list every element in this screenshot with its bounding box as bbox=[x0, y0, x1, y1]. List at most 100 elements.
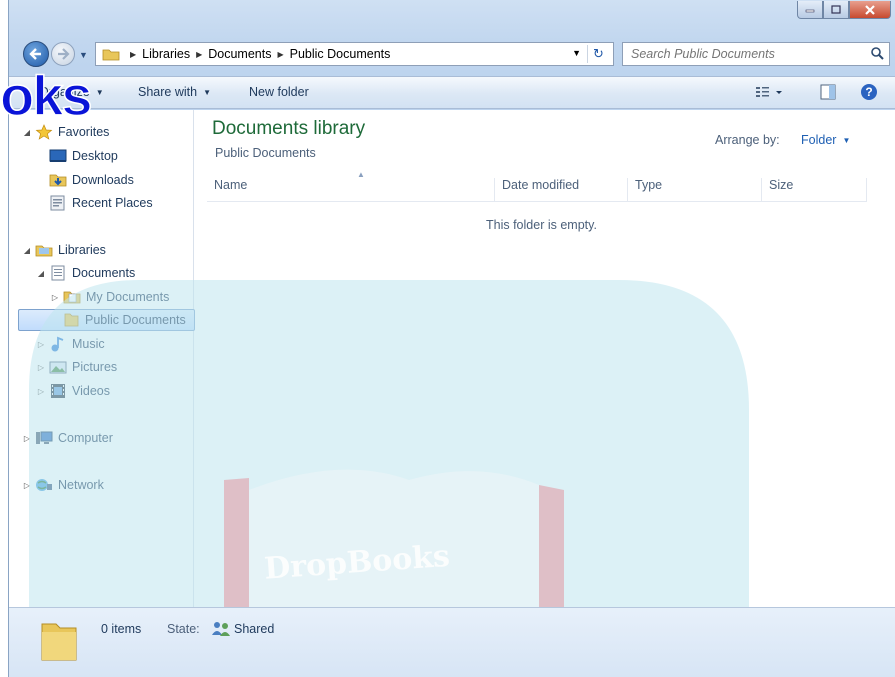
forward-arrow-icon bbox=[58, 48, 70, 60]
file-list-pane: Documents library Public Documents Arran… bbox=[195, 110, 895, 607]
content-area: ◢ Favorites Desktop Downloads Recent Pla… bbox=[9, 110, 895, 607]
view-options-icon bbox=[756, 87, 782, 97]
expanded-arrow-icon[interactable]: ◢ bbox=[21, 246, 33, 255]
help-icon: ? bbox=[861, 84, 877, 100]
empty-folder-message: This folder is empty. bbox=[486, 218, 597, 232]
breadcrumb-public-documents[interactable]: Public Documents bbox=[290, 47, 391, 61]
sidebar-item-libraries[interactable]: ◢ Libraries bbox=[21, 239, 106, 261]
address-bar[interactable]: ▶ Libraries ▶ Documents ▶ Public Documen… bbox=[95, 42, 614, 66]
chevron-down-icon: ▼ bbox=[95, 87, 104, 97]
search-box[interactable] bbox=[622, 42, 890, 66]
state-label: State: bbox=[167, 622, 200, 636]
my-documents-icon bbox=[63, 291, 81, 304]
preview-pane-icon bbox=[820, 84, 836, 100]
preview-pane-button[interactable] bbox=[819, 83, 837, 104]
breadcrumb-separator-icon[interactable]: ▶ bbox=[196, 50, 202, 59]
help-button[interactable]: ? bbox=[860, 83, 878, 104]
maximize-button[interactable] bbox=[823, 1, 849, 19]
navigation-pane: ◢ Favorites Desktop Downloads Recent Pla… bbox=[9, 110, 195, 607]
chevron-down-icon: ▼ bbox=[203, 87, 211, 97]
sidebar-item-documents[interactable]: ◢ Documents bbox=[35, 262, 135, 284]
new-folder-label: New folder bbox=[249, 85, 309, 99]
sidebar-item-music[interactable]: ▷ Music bbox=[35, 333, 105, 355]
pictures-icon bbox=[49, 361, 67, 374]
minimize-button[interactable] bbox=[797, 1, 823, 19]
breadcrumb: ▶ Libraries ▶ Documents ▶ Public Documen… bbox=[124, 47, 390, 61]
column-header-size[interactable]: Size bbox=[762, 178, 867, 202]
sidebar-item-desktop[interactable]: Desktop bbox=[49, 145, 118, 167]
collapsed-arrow-icon[interactable]: ▷ bbox=[35, 387, 47, 396]
network-icon bbox=[36, 479, 52, 491]
watermark-text: oks bbox=[0, 64, 93, 127]
sidebar-item-label: Desktop bbox=[72, 149, 118, 163]
sidebar-item-label: Favorites bbox=[58, 125, 110, 139]
library-subtitle[interactable]: Public Documents bbox=[215, 146, 316, 160]
breadcrumb-separator-icon[interactable]: ▶ bbox=[130, 50, 136, 59]
close-button[interactable] bbox=[849, 1, 891, 19]
maximize-icon bbox=[831, 5, 841, 14]
collapsed-arrow-icon[interactable]: ▷ bbox=[21, 481, 33, 490]
forward-button[interactable] bbox=[51, 42, 75, 66]
refresh-icon[interactable]: ↻ bbox=[587, 45, 609, 63]
change-view-button[interactable] bbox=[755, 83, 785, 104]
folder-icon bbox=[64, 313, 79, 327]
column-header-row: ▲ Name Date modified Type Size bbox=[207, 170, 867, 202]
caption-buttons bbox=[797, 1, 891, 19]
collapsed-arrow-icon[interactable]: ▷ bbox=[35, 363, 47, 372]
sidebar-item-public-documents[interactable]: Public Documents bbox=[18, 309, 195, 331]
navigation-row: ▼ ▶ Libraries ▶ Documents ▶ Public Docum… bbox=[9, 36, 895, 70]
svg-text:?: ? bbox=[865, 85, 872, 99]
sidebar-item-my-documents[interactable]: ▷ My Documents bbox=[49, 286, 169, 308]
sidebar-item-label: Network bbox=[58, 478, 104, 492]
column-header-name[interactable]: Name bbox=[207, 178, 495, 202]
sidebar-item-computer[interactable]: ▷ Computer bbox=[21, 427, 113, 449]
sidebar-item-label: Documents bbox=[72, 266, 136, 280]
details-pane: 0 items State: Shared bbox=[9, 607, 895, 677]
back-arrow-icon bbox=[29, 48, 41, 60]
item-count: 0 items bbox=[101, 622, 142, 636]
arrange-by-dropdown[interactable]: Folder ▼ bbox=[801, 133, 850, 147]
library-title: Documents library bbox=[212, 118, 366, 139]
arrange-by-label: Arrange by: bbox=[715, 133, 780, 147]
explorer-window: ▼ ▶ Libraries ▶ Documents ▶ Public Docum… bbox=[8, 0, 895, 677]
computer-icon bbox=[36, 431, 53, 444]
share-with-button[interactable]: Share with ▼ bbox=[138, 85, 211, 99]
collapsed-arrow-icon[interactable]: ▷ bbox=[49, 293, 61, 302]
sidebar-item-network[interactable]: ▷ Network bbox=[21, 474, 104, 496]
sidebar-item-label: Videos bbox=[72, 384, 110, 398]
recent-places-icon bbox=[50, 195, 65, 211]
chevron-down-icon: ▼ bbox=[842, 135, 851, 145]
downloads-icon bbox=[49, 174, 67, 187]
search-input[interactable] bbox=[623, 43, 859, 65]
address-history-dropdown-icon[interactable]: ▼ bbox=[572, 48, 581, 58]
sidebar-item-label: My Documents bbox=[86, 290, 170, 304]
expanded-arrow-icon[interactable]: ◢ bbox=[21, 128, 33, 137]
collapsed-arrow-icon[interactable]: ▷ bbox=[35, 340, 47, 349]
shared-users-icon bbox=[212, 622, 230, 636]
sidebar-item-label: Recent Places bbox=[72, 196, 153, 210]
breadcrumb-libraries[interactable]: Libraries bbox=[142, 47, 190, 61]
music-icon bbox=[51, 336, 64, 352]
sidebar-item-label: Public Documents bbox=[85, 313, 186, 327]
minimize-icon bbox=[805, 9, 815, 12]
command-bar: Organize ▼ Share with ▼ New folder ? bbox=[9, 76, 895, 109]
folder-large-icon bbox=[41, 623, 77, 661]
sidebar-item-pictures[interactable]: ▷ Pictures bbox=[35, 356, 117, 378]
breadcrumb-documents[interactable]: Documents bbox=[208, 47, 271, 61]
folder-icon bbox=[102, 49, 120, 61]
sidebar-item-recent-places[interactable]: Recent Places bbox=[49, 192, 153, 214]
column-header-type[interactable]: Type bbox=[628, 178, 762, 202]
libraries-icon bbox=[35, 245, 53, 257]
breadcrumb-separator-icon[interactable]: ▶ bbox=[277, 50, 283, 59]
recent-pages-dropdown-icon[interactable]: ▼ bbox=[79, 50, 88, 60]
sidebar-item-downloads[interactable]: Downloads bbox=[49, 169, 134, 191]
search-icon[interactable] bbox=[869, 46, 885, 62]
new-folder-button[interactable]: New folder bbox=[249, 85, 309, 99]
sidebar-item-label: Music bbox=[72, 337, 105, 351]
sidebar-item-videos[interactable]: ▷ Videos bbox=[35, 380, 110, 402]
documents-icon bbox=[51, 265, 65, 281]
column-header-date-modified[interactable]: Date modified bbox=[495, 178, 628, 202]
arrange-by-value: Folder bbox=[801, 133, 837, 147]
expanded-arrow-icon[interactable]: ◢ bbox=[35, 269, 47, 278]
collapsed-arrow-icon[interactable]: ▷ bbox=[21, 434, 33, 443]
